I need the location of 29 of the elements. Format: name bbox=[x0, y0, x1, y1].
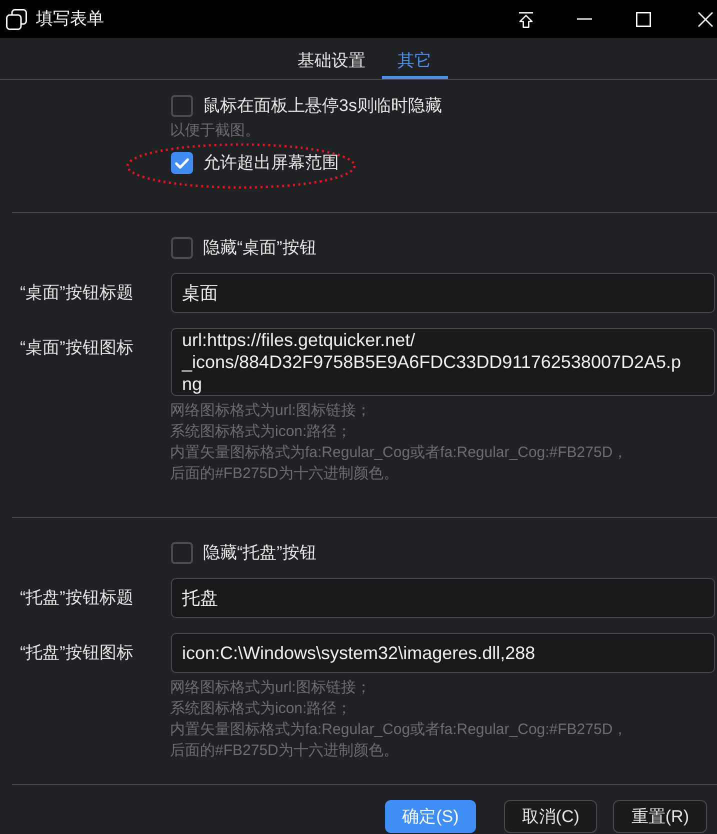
hint-text: 网络图标格式为url:图标链接； 系统图标格式为icon:路径； 内置矢量图标格式为fa:Regular_Cog或者fa:Regular_Cog:#FB275D， 后面的#FB275D为十六进制颜色。 bbox=[170, 401, 629, 484]
field-label: “桌面”按钮图标 bbox=[20, 337, 134, 359]
checkbox[interactable] bbox=[171, 95, 193, 117]
hint-text: 网络图标格式为url:图标链接； 系统图标格式为icon:路径； 内置矢量图标格式为fa:Regular_Cog或者fa:Regular_Cog:#FB275D， 后面的#FB275D为十六进制颜色。 bbox=[170, 678, 629, 761]
tab[interactable]: 其它 bbox=[382, 38, 448, 79]
maximize-icon[interactable] bbox=[636, 12, 651, 26]
arrow-to-top-icon[interactable] bbox=[518, 12, 534, 28]
minimize-icon[interactable] bbox=[577, 18, 592, 20]
tab[interactable]: 基础设置 bbox=[282, 38, 382, 79]
text-field[interactable]: icon:C:\Windows\system32\imageres.dll,288 bbox=[171, 633, 715, 673]
cancel-button[interactable]: 取消(C) bbox=[504, 800, 598, 833]
field-label: “托盘”按钮标题 bbox=[20, 587, 134, 609]
window-title: 填写表单 bbox=[36, 8, 104, 30]
text-field[interactable]: url:https://files.getquicker.net/ _icons/884D32F9758B5E9A6FDC33DD911762538007D2A5.p ng bbox=[171, 328, 715, 396]
app-icon bbox=[6, 8, 27, 30]
field-label: “桌面”按钮标题 bbox=[20, 282, 134, 304]
checkbox[interactable] bbox=[171, 152, 193, 174]
checkbox[interactable] bbox=[171, 237, 193, 259]
checkbox-label[interactable]: 鼠标在面板上悬停3s则临时隐藏 bbox=[203, 95, 442, 117]
close-icon[interactable] bbox=[698, 12, 713, 26]
text-field[interactable]: 桌面 bbox=[171, 273, 715, 313]
field-label: “托盘”按钮图标 bbox=[20, 642, 134, 664]
checkmark-icon bbox=[175, 158, 189, 168]
reset-button[interactable]: 重置(R) bbox=[613, 800, 707, 833]
checkbox[interactable] bbox=[171, 542, 193, 564]
hint-text: 以便于截图。 bbox=[170, 121, 261, 141]
checkbox-label[interactable]: 隐藏“托盘”按钮 bbox=[203, 542, 316, 564]
text-field[interactable]: 托盘 bbox=[171, 578, 715, 618]
checkbox-label[interactable]: 隐藏“桌面”按钮 bbox=[203, 237, 316, 259]
